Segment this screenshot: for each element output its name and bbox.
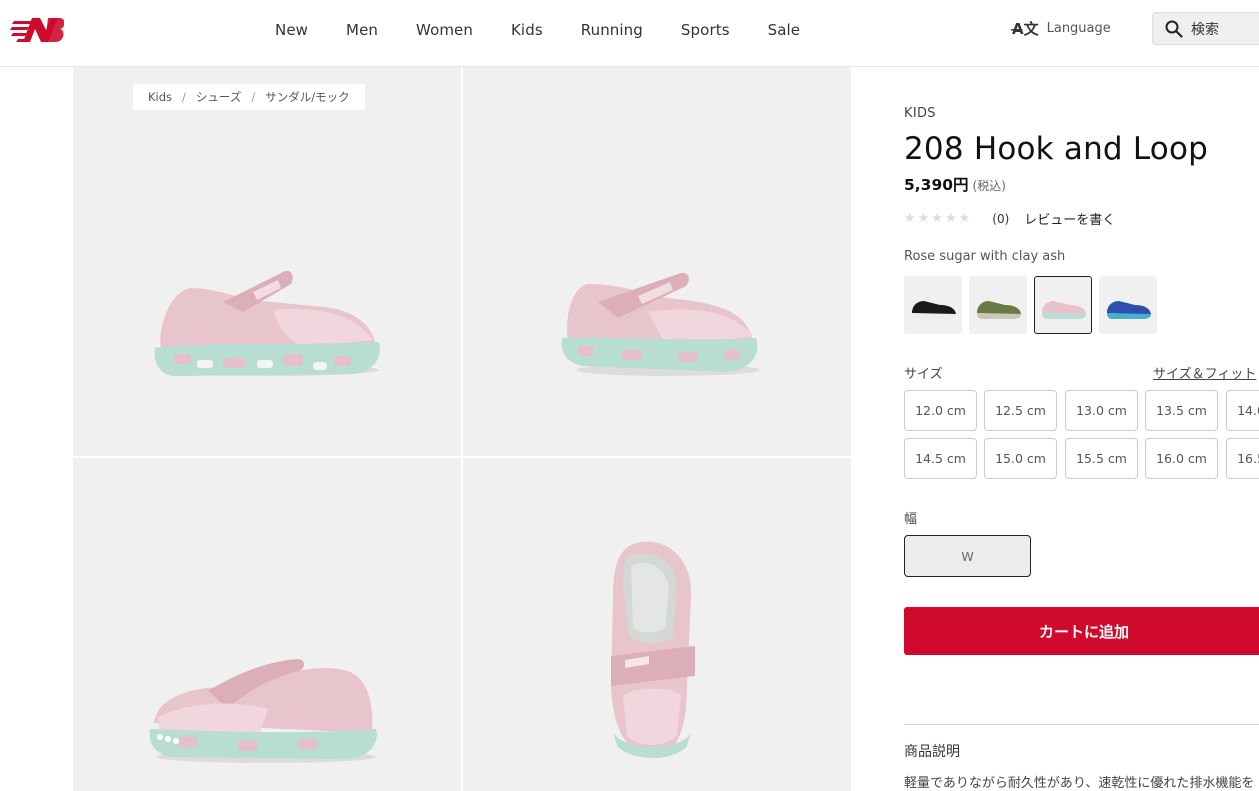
breadcrumb-sandals[interactable]: サンダル/モック [265, 89, 349, 105]
size-option[interactable]: 15.0 cm [984, 438, 1057, 479]
new-balance-logo[interactable] [10, 14, 64, 44]
translate-icon: A̶文 [1012, 20, 1039, 38]
product-category: KIDS [904, 106, 936, 121]
product-title: 208 Hook and Loop [904, 131, 1208, 167]
search-icon [1165, 20, 1183, 38]
nav-women[interactable]: Women [416, 21, 473, 39]
product-gallery: Kids / シューズ / サンダル/モック [73, 67, 851, 791]
size-option[interactable]: 12.5 cm [984, 390, 1057, 431]
shoe-image [154, 270, 380, 376]
breadcrumb-kids[interactable]: Kids [148, 90, 172, 104]
size-option[interactable]: 13.5 cm [1145, 390, 1218, 431]
description-text: 軽量でありながら耐久性があり、速乾性に優れた排水機能を [904, 776, 1255, 791]
size-option[interactable]: 15.5 cm [1065, 438, 1138, 479]
nav-running[interactable]: Running [581, 21, 643, 39]
size-option[interactable]: 16.5 cm [1226, 438, 1259, 479]
swatch-rose-selected[interactable] [1034, 276, 1092, 334]
size-option[interactable]: 14.5 cm [904, 438, 977, 479]
search-box[interactable]: 検索 [1152, 12, 1259, 45]
language-selector[interactable]: A̶文 Language [1012, 18, 1111, 39]
shoe-image [561, 272, 760, 376]
swatch-olive[interactable] [969, 276, 1027, 334]
size-option[interactable]: 16.0 cm [1145, 438, 1218, 479]
color-name: Rose sugar with clay ash [904, 249, 1066, 264]
nav-men[interactable]: Men [346, 21, 378, 39]
breadcrumb-shoes[interactable]: シューズ [196, 89, 241, 105]
size-fit-link[interactable]: サイズ＆フィット [1153, 363, 1256, 382]
nav-sale[interactable]: Sale [768, 21, 801, 39]
product-details: KIDS 208 Hook and Loop 5,390円 (税込) ★★★★★ … [904, 67, 1259, 791]
site-header: New Men Women Kids Running Sports Sale A… [0, 0, 1259, 67]
swatch-shoe [1042, 301, 1086, 319]
rating-stars: ★★★★★ [904, 211, 973, 226]
size-label: サイズ [904, 367, 943, 382]
swatch-black[interactable] [904, 276, 962, 334]
nav-new[interactable]: New [275, 21, 308, 39]
add-to-cart-button[interactable]: カートに追加 [904, 607, 1259, 655]
size-option[interactable]: 13.0 cm [1065, 390, 1138, 431]
rating-row: ★★★★★ (0) レビューを書く [904, 209, 1115, 228]
description-heading[interactable]: 商品説明 [904, 741, 960, 761]
width-label: 幅 [904, 512, 918, 527]
main-nav: New Men Women Kids Running Sports Sale [256, 0, 819, 60]
shoe-image [149, 659, 377, 763]
write-review-link[interactable]: レビューを書く [1024, 209, 1115, 228]
swatch-shoe [912, 301, 956, 319]
shoe-image [611, 541, 695, 758]
product-price: 5,390円 (税込) [904, 173, 1006, 195]
product-image-side[interactable]: Kids / シューズ / サンダル/モック [73, 67, 461, 456]
size-option[interactable]: 12.0 cm [904, 390, 977, 431]
swatch-shoe [977, 301, 1021, 319]
swatch-blue[interactable] [1099, 276, 1157, 334]
product-image-top[interactable] [463, 458, 851, 791]
swatch-shoe [1107, 301, 1151, 319]
width-option-selected[interactable]: W [904, 535, 1031, 577]
breadcrumb: Kids / シューズ / サンダル/モック [133, 84, 365, 110]
color-swatches [904, 276, 1164, 334]
language-label: Language [1046, 21, 1111, 36]
search-placeholder: 検索 [1191, 21, 1219, 38]
nav-kids[interactable]: Kids [511, 21, 543, 39]
review-count: (0) [992, 211, 1010, 226]
product-image-angle[interactable] [463, 67, 851, 456]
divider [904, 724, 1259, 725]
product-image-medial[interactable] [73, 458, 461, 791]
tax-note: (税込) [972, 179, 1006, 193]
size-option[interactable]: 14.0 cm [1226, 390, 1259, 431]
nav-sports[interactable]: Sports [681, 21, 730, 39]
price-value: 5,390円 [904, 176, 969, 194]
